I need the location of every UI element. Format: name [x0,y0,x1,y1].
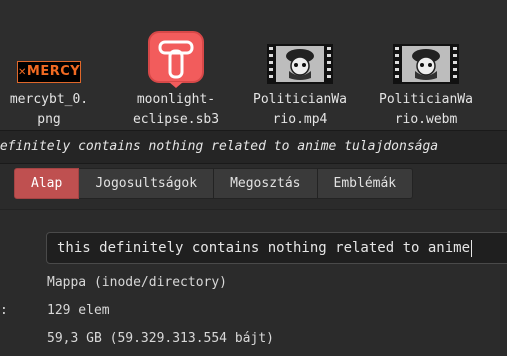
tab-megosztas[interactable]: Megosztás [214,168,318,199]
mercy-logo: ✕MERCY [17,61,81,83]
image-thumbnail-icon: ✕MERCY [0,14,112,86]
file-name: mercybt_0. png [9,92,89,127]
file-item-mercybt[interactable]: ✕MERCY mercybt_0. png [0,14,112,130]
file-name: PoliticianWa rio.webm [379,92,473,127]
video-thumbnail-icon [237,14,363,86]
tab-alap[interactable]: Alap [14,168,80,199]
tab-jogosultsagok[interactable]: Jogosultságok [79,168,215,199]
size-value: 59,3 GB (59.329.313.554 bájt) [47,331,274,346]
divider [0,209,507,210]
properties-tabs: Alap Jogosultságok Megosztás Emblémák [14,168,414,199]
text-caret [471,239,473,257]
contents-label: : [0,303,8,318]
tab-emblemak[interactable]: Emblémák [317,168,414,199]
file-item-moonlight[interactable]: moonlight- eclipse.sb3 [113,14,239,130]
file-name: PoliticianWa rio.mp4 [253,92,347,127]
properties-dialog-title: definitely contains nothing related to a… [0,130,507,164]
file-item-politicianwario-mp4[interactable]: PoliticianWa rio.mp4 [237,14,363,130]
file-name: moonlight- eclipse.sb3 [132,92,220,127]
type-value: Mappa (inode/directory) [47,275,228,290]
video-thumbnail-icon [363,14,489,86]
file-browser-strip: ✕MERCY mercybt_0. png moonlight- eclipse… [0,0,507,130]
contents-value: 129 elem [47,303,110,318]
file-item-politicianwario-webm[interactable]: PoliticianWa rio.webm [363,14,489,130]
name-input[interactable]: this definitely contains nothing related… [46,232,507,264]
scratch-logo-icon [113,14,239,88]
